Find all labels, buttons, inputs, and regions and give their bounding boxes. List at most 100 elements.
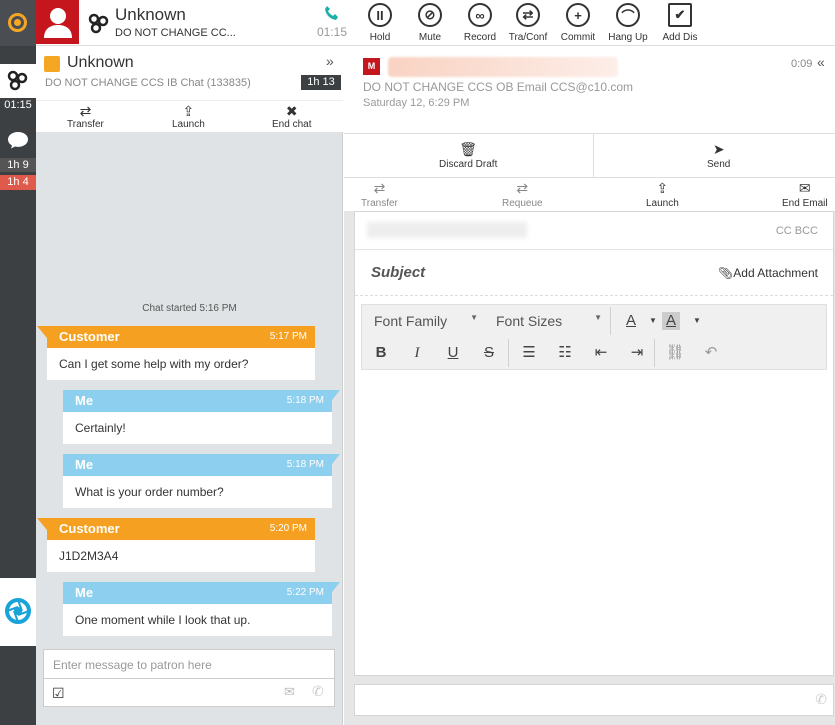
font-sizes-select[interactable]: Font Sizes ▼ [486, 307, 606, 335]
message-time: 5:22 PM [286, 587, 324, 598]
message-sender: Me 5:18 PM [63, 454, 332, 476]
email-body-area: CC BCC Subject 📎︎Add Attachment Font Fam… [344, 211, 835, 725]
email-icon[interactable]: ✉ [284, 684, 295, 700]
chat-message-input[interactable]: Enter message to patron here [43, 649, 335, 679]
transfer-icon: ⇄ [79, 103, 92, 119]
email-transfer-button[interactable]: ⇄ Transfer [361, 180, 398, 209]
chat-message: Me 5:18 PM Certainly! [63, 390, 340, 444]
numbered-list-icon[interactable]: ☷ [550, 339, 580, 367]
chat-message: Customer 5:20 PM J1D2M3A4 [37, 518, 315, 572]
divider [610, 307, 611, 335]
chat-message: Me 5:18 PM What is your order number? [63, 454, 340, 508]
chat-started-text: Chat started 5:16 PM [142, 303, 237, 314]
chat-transfer-button[interactable]: ⇄ Transfer [67, 103, 104, 130]
hang-up-button[interactable]: ⌒ Hang Up [604, 3, 652, 43]
end-chat-label: End chat [272, 119, 312, 130]
add-attachment-label: Add Attachment [733, 266, 818, 280]
outdent-icon[interactable]: ⇤ [586, 339, 616, 367]
end-email-button[interactable]: ✉ End Email [782, 180, 828, 209]
font-sizes-label: Font Sizes [496, 313, 563, 329]
person-icon [44, 8, 72, 38]
chat-skill: DO NOT CHANGE CCS IB Chat (133835) [45, 77, 251, 89]
phone-icon[interactable]: ✆ [312, 683, 324, 700]
subject-input[interactable]: Subject [371, 264, 425, 281]
indent-icon[interactable]: ⇥ [622, 339, 652, 367]
chat-panel: Unknown DO NOT CHANGE CCS IB Chat (13383… [36, 46, 343, 725]
chat-launch-button[interactable]: ⇪ Launch [172, 103, 205, 130]
divider [593, 134, 594, 178]
link-icon[interactable]: ⛓ [660, 339, 690, 367]
collapse-chevron-icon[interactable]: » [326, 53, 334, 69]
message-sender: Customer 5:17 PM [47, 326, 315, 348]
discard-draft-label: Discard Draft [439, 159, 498, 170]
toolbar-button-label: Record [463, 32, 497, 43]
italic-icon[interactable]: I [402, 339, 432, 367]
collapse-chevron-icon[interactable]: « [817, 54, 825, 70]
toolbar-button-label: Hold [369, 32, 391, 43]
add-dis-button[interactable]: ✔ Add Dis [656, 3, 704, 43]
message-sender: Customer 5:20 PM [47, 518, 315, 540]
plus-icon: + [566, 3, 590, 27]
status-indicator[interactable] [0, 0, 36, 46]
sender-name: Me [75, 393, 94, 408]
redacted-recipient[interactable] [367, 222, 527, 238]
message-time: 5:18 PM [286, 459, 324, 470]
sender-name: Me [75, 457, 94, 472]
chat-bubble-icon [8, 132, 28, 149]
record-button[interactable]: ∞ Record [456, 3, 504, 43]
bullet-list-icon[interactable]: ☰ [514, 339, 544, 367]
commit-button[interactable]: + Commit [554, 3, 602, 43]
checklist-icon[interactable]: ☑ [52, 685, 65, 702]
message-time: 5:18 PM [286, 395, 324, 406]
email-header: M DO NOT CHANGE CCS OB Email CCS@c10.com… [344, 46, 835, 134]
chat-input-tools: ☑ ✉ ✆ [43, 679, 335, 707]
chat-contact-icon [44, 56, 60, 72]
undo-icon[interactable]: ↶ [696, 339, 726, 367]
voicemail-icon: ∞ [468, 3, 492, 27]
add-attachment-button[interactable]: 📎︎Add Attachment [718, 266, 818, 280]
divider [654, 339, 655, 367]
font-family-select[interactable]: Font Family ▼ [364, 307, 482, 335]
toolbar-button-label: Add Dis [662, 32, 698, 43]
end-chat-button[interactable]: ✖ End chat [272, 103, 311, 130]
mic-mute-icon: ⊘ [418, 3, 442, 27]
end-chat-icon: ✖ [285, 103, 298, 119]
message-time: 5:17 PM [269, 331, 307, 342]
chevron-down-icon: ▼ [594, 313, 602, 322]
toolbar-button-label: Tra/Conf [508, 32, 548, 43]
tra-conf-button[interactable]: ⇄ Tra/Conf [504, 3, 552, 43]
highlight-color-icon[interactable]: A [662, 312, 680, 330]
message-text: One moment while I look that up. [75, 613, 251, 627]
requeue-button[interactable]: ⇄ Requeue [502, 180, 543, 209]
email-transfer-label: Transfer [361, 198, 398, 209]
cc-bcc-toggle[interactable]: CC BCC [776, 225, 818, 237]
hold-button[interactable]: II Hold [356, 3, 404, 43]
requeue-icon: ⇄ [516, 180, 529, 196]
launch-icon: ⇪ [182, 103, 195, 119]
chat-duration-badge: 1h 13 [301, 75, 341, 90]
toolbar-button-label: Hang Up [608, 32, 648, 43]
bold-icon[interactable]: B [366, 339, 396, 367]
paperclip-icon: 📎︎ [718, 266, 734, 280]
subject-row: Subject 📎︎Add Attachment [355, 250, 833, 296]
phone-icon[interactable]: ✆ [815, 691, 827, 708]
send-icon: ➤ [712, 141, 725, 157]
email-launch-button[interactable]: ⇪ Launch [646, 180, 679, 209]
message-text: What is your order number? [75, 485, 224, 499]
chat-transfer-label: Transfer [67, 119, 104, 130]
contact-name: Unknown [115, 5, 186, 24]
app-logo[interactable] [0, 578, 36, 646]
strikethrough-icon[interactable]: S [474, 339, 504, 367]
underline-icon[interactable]: U [438, 339, 468, 367]
chevron-down-icon[interactable]: ▼ [682, 307, 712, 335]
sender-name: Customer [59, 329, 120, 344]
message-text: Certainly! [75, 421, 126, 435]
send-button[interactable]: ➤ Send [707, 141, 730, 170]
chat-message: Me 5:22 PM One moment while I look that up… [63, 582, 340, 636]
mute-button[interactable]: ⊘ Mute [406, 3, 454, 43]
toolbar-button-label: Mute [418, 32, 442, 43]
discard-draft-button[interactable]: 🗑 Discard Draft [439, 141, 497, 170]
rail-chat-tab[interactable] [0, 122, 36, 158]
chat-contact-name: Unknown [67, 54, 134, 71]
launch-icon: ⇪ [656, 180, 669, 196]
